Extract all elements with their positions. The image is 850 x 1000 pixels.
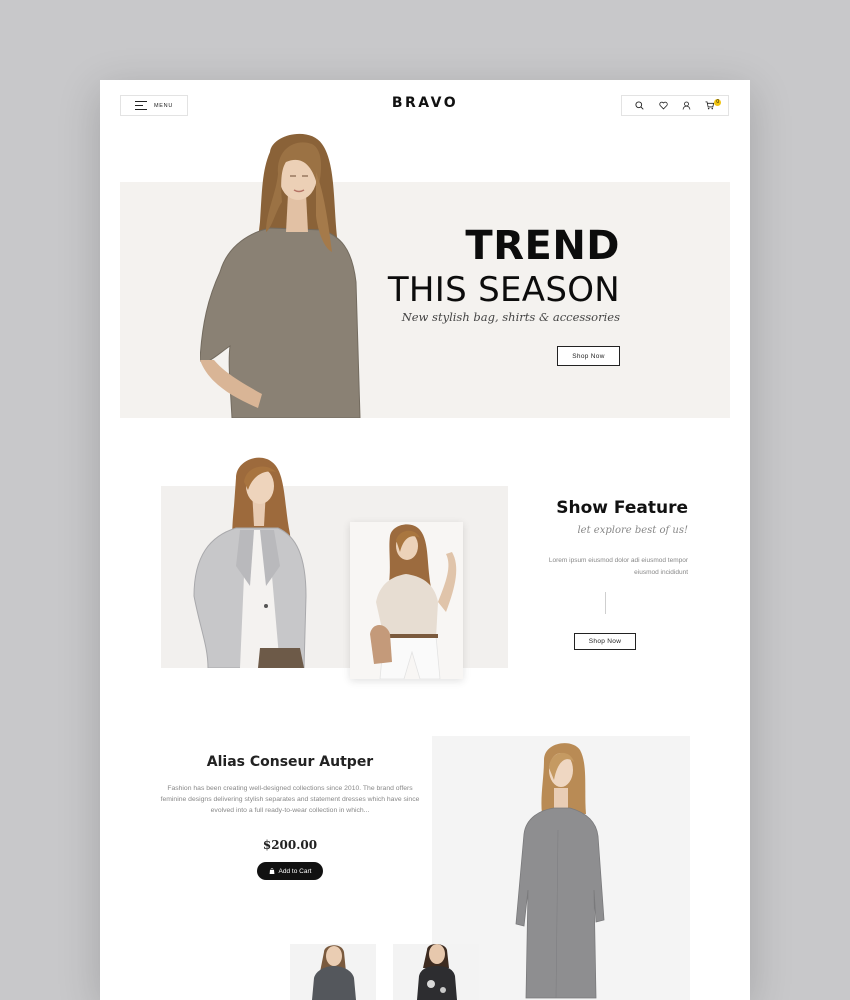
feature-model-top-image	[370, 524, 457, 680]
thumbnail-model-1-image	[312, 945, 356, 1000]
feature-description: Lorem ipsum eiusmod dolor adi eiusmod te…	[520, 555, 688, 579]
product-price: $200.00	[262, 838, 318, 852]
hero-shop-now-button[interactable]: Shop Now	[557, 346, 620, 366]
search-icon[interactable]	[633, 99, 647, 113]
product-thumbnail-2[interactable]	[393, 944, 479, 1000]
feature-title: Show Feature	[556, 498, 688, 518]
feature-model-blazer-image	[193, 457, 307, 668]
feature-description-line2: eiusmod incididunt	[634, 569, 688, 576]
hero-title-line2: THIS SEASON	[387, 270, 620, 310]
hero-title-line1: TREND	[465, 223, 620, 269]
add-to-cart-label: Add to Cart	[278, 867, 312, 875]
heart-icon[interactable]	[656, 99, 670, 113]
bag-icon	[269, 868, 274, 874]
feature-divider	[605, 592, 606, 614]
thumbnail-model-2-image	[417, 944, 457, 1000]
product-thumbnail-1[interactable]	[290, 944, 376, 1000]
product-title: Alias Conseur Autper	[206, 754, 374, 770]
feature-shop-now-button[interactable]: Shop Now	[574, 633, 636, 650]
feature-secondary-card	[350, 522, 463, 680]
feature-subtitle: let explore best of us!	[577, 525, 688, 536]
feature-description-line1: Lorem ipsum eiusmod dolor adi eiusmod te…	[548, 557, 688, 564]
cart-icon[interactable]: 0	[703, 98, 722, 113]
product-model-dress-image	[515, 743, 605, 999]
add-to-cart-button[interactable]: Add to Cart	[257, 862, 323, 880]
cart-count-badge: 0	[714, 98, 722, 106]
store-page: MENU BRAVO 0 TREND THIS SEASON New styli…	[100, 80, 750, 1000]
user-icon[interactable]	[680, 99, 694, 113]
product-description: Fashion has been creating well-designed …	[160, 785, 420, 814]
header-actions: 0	[621, 95, 729, 116]
hero-subtitle: New stylish bag, shirts & accessories	[401, 310, 620, 324]
